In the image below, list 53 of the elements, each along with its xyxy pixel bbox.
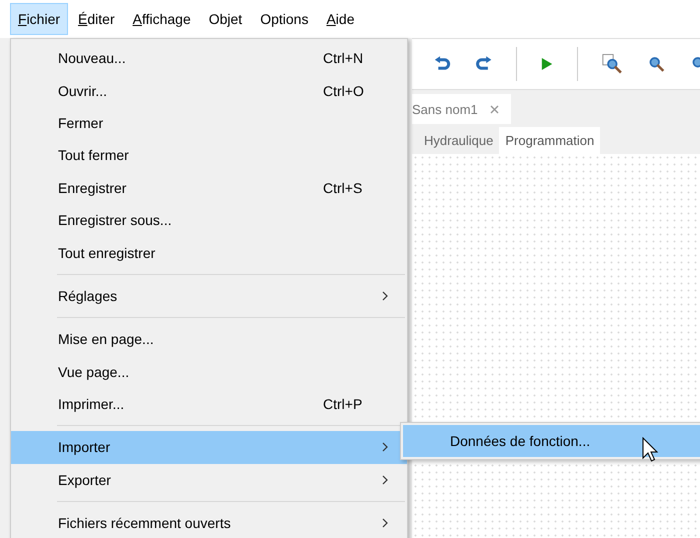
entry-label: Vue page...: [58, 364, 130, 380]
menu-entry[interactable]: Nouveau... Ctrl+N: [11, 42, 407, 74]
entry-label: Fermer: [58, 114, 104, 131]
entry-label: Tout enregistrer: [58, 244, 156, 261]
menu-entry[interactable]: Enregistrer sous...: [11, 204, 407, 236]
close-icon[interactable]: [490, 104, 499, 114]
menu-entry[interactable]: Enregistrer Ctrl+S: [11, 172, 407, 204]
play-icon[interactable]: [541, 56, 554, 72]
chevron-right-icon: [382, 442, 388, 452]
menu-item[interactable]: Options: [252, 3, 316, 35]
chevron-right-icon: [382, 474, 388, 485]
shortcut-label: Ctrl+N: [323, 50, 364, 66]
menu-entry[interactable]: Tout fermer: [11, 139, 407, 172]
menu-entry[interactable]: Tout enregistrer: [11, 236, 407, 269]
menu-item[interactable]: Affichage: [124, 3, 199, 35]
menu-entry[interactable]: Réglages: [11, 280, 407, 312]
chevron-right-icon: [382, 518, 388, 528]
menu-entry[interactable]: Vue page...: [11, 356, 407, 388]
menu-entry[interactable]: Fermer: [11, 106, 407, 140]
entry-label: Tout fermer: [58, 147, 129, 164]
redo-icon[interactable]: [475, 55, 492, 73]
entry-label: Réglages: [58, 288, 118, 304]
shortcut-label: Ctrl+P: [323, 396, 362, 412]
menu-item[interactable]: Aide: [318, 3, 362, 35]
chevron-right-icon: [382, 290, 388, 301]
mouse-pointer-icon: [642, 437, 658, 463]
undo-icon[interactable]: [434, 55, 452, 73]
entry-label: Nouveau...: [58, 50, 126, 66]
entry-label: Importer: [58, 439, 110, 456]
menu-entry[interactable]: Mise en page...: [11, 323, 407, 356]
entry-label: Imprimer...: [58, 396, 124, 412]
menu-entry[interactable]: Fichiers récemment ouverts: [11, 507, 407, 538]
menu-item[interactable]: Objet: [200, 3, 250, 35]
tab-title: Sans nom1: [412, 102, 478, 116]
menu-entry[interactable]: Importer: [11, 431, 407, 464]
menu-entry[interactable]: Données de fonction...: [403, 425, 700, 457]
entry-label: Fichiers récemment ouverts: [58, 515, 231, 532]
menu-entry[interactable]: Ouvrir... Ctrl+O: [11, 74, 407, 107]
shortcut-label: Ctrl+O: [323, 82, 364, 99]
shortcut-label: Ctrl+S: [323, 180, 362, 196]
entry-label: Enregistrer sous...: [58, 212, 172, 228]
entry-label: Ouvrir...: [58, 82, 108, 99]
menu-entry[interactable]: Exporter: [11, 464, 407, 496]
entry-label: Enregistrer: [58, 180, 126, 196]
menu-item[interactable]: Fichier: [10, 3, 68, 35]
entry-label: Mise en page...: [58, 331, 154, 348]
view-tab[interactable]: Hydraulique: [418, 127, 500, 154]
zoom-page-icon[interactable]: [602, 52, 623, 76]
view-tab[interactable]: Programmation: [499, 127, 600, 154]
menu-entry[interactable]: Imprimer... Ctrl+P: [11, 388, 407, 420]
menu-item[interactable]: Éditer: [70, 3, 123, 35]
entry-label: Exporter: [58, 472, 111, 488]
document-tab[interactable]: Sans nom1: [412, 94, 511, 124]
